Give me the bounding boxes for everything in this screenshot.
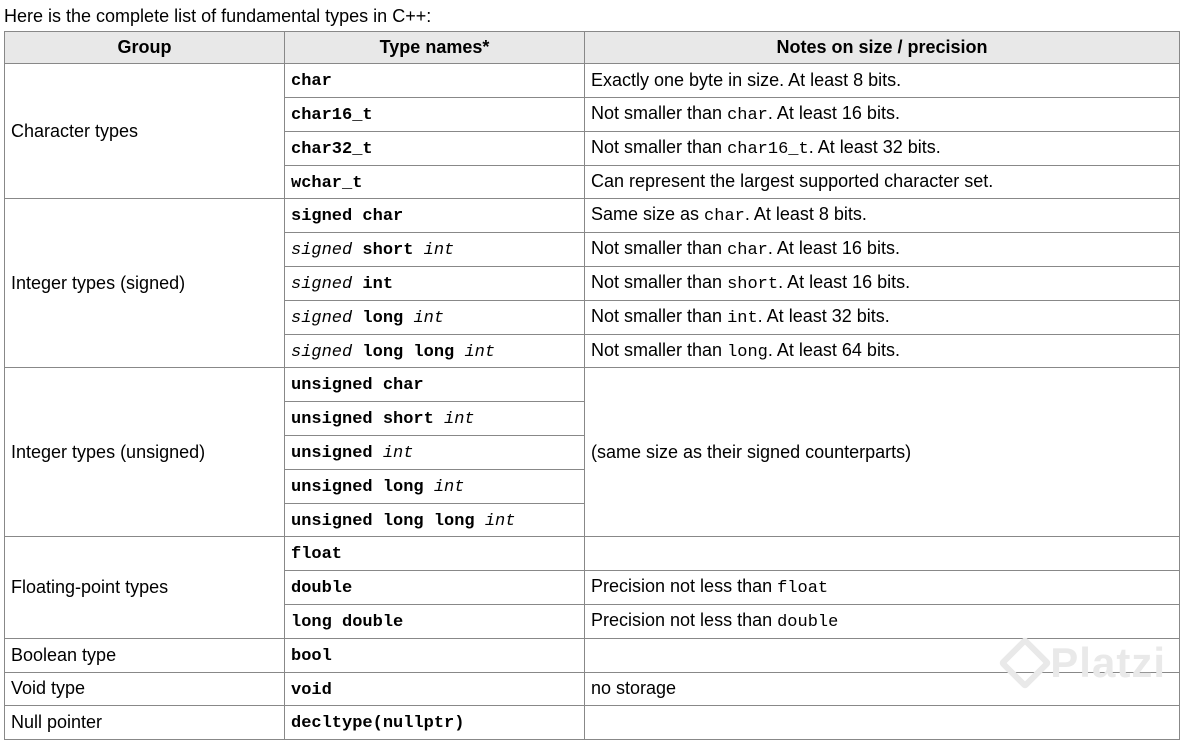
header-type: Type names* [285, 32, 585, 64]
notes-cell: Exactly one byte in size. At least 8 bit… [585, 64, 1180, 98]
header-group: Group [5, 32, 285, 64]
notes-cell [585, 706, 1180, 740]
table-row: Void typevoidno storage [5, 672, 1180, 706]
table-row: Character typescharExactly one byte in s… [5, 64, 1180, 98]
type-name-cell: unsigned long long int [285, 503, 585, 537]
type-name-cell: signed char [285, 199, 585, 233]
type-name-cell: unsigned short int [285, 402, 585, 436]
table-row: Floating-point typesfloat [5, 537, 1180, 571]
type-name-cell: char32_t [285, 131, 585, 165]
type-name-cell: unsigned int [285, 435, 585, 469]
type-name-cell: char16_t [285, 97, 585, 131]
types-table: Group Type names* Notes on size / precis… [4, 31, 1180, 740]
notes-cell: (same size as their signed counterparts) [585, 368, 1180, 537]
type-name-cell: signed long long int [285, 334, 585, 368]
notes-cell: Precision not less than double [585, 604, 1180, 638]
notes-cell: Not smaller than char16_t. At least 32 b… [585, 131, 1180, 165]
notes-cell: Not smaller than short. At least 16 bits… [585, 266, 1180, 300]
notes-cell: Not smaller than char. At least 16 bits. [585, 97, 1180, 131]
group-cell: Floating-point types [5, 537, 285, 638]
type-name-cell: long double [285, 604, 585, 638]
type-name-cell: signed long int [285, 300, 585, 334]
notes-cell [585, 537, 1180, 571]
table-row: Null pointerdecltype(nullptr) [5, 706, 1180, 740]
group-cell: Null pointer [5, 706, 285, 740]
notes-cell: Not smaller than char. At least 16 bits. [585, 233, 1180, 267]
notes-cell [585, 638, 1180, 672]
notes-cell: Not smaller than long. At least 64 bits. [585, 334, 1180, 368]
notes-cell: Precision not less than float [585, 571, 1180, 605]
type-name-cell: double [285, 571, 585, 605]
group-cell: Boolean type [5, 638, 285, 672]
type-name-cell: wchar_t [285, 165, 585, 199]
notes-cell: no storage [585, 672, 1180, 706]
type-name-cell: unsigned char [285, 368, 585, 402]
type-name-cell: void [285, 672, 585, 706]
type-name-cell: signed short int [285, 233, 585, 267]
notes-cell: Same size as char. At least 8 bits. [585, 199, 1180, 233]
group-cell: Void type [5, 672, 285, 706]
notes-cell: Can represent the largest supported char… [585, 165, 1180, 199]
type-name-cell: char [285, 64, 585, 98]
header-row: Group Type names* Notes on size / precis… [5, 32, 1180, 64]
notes-cell: Not smaller than int. At least 32 bits. [585, 300, 1180, 334]
group-cell: Integer types (unsigned) [5, 368, 285, 537]
type-name-cell: bool [285, 638, 585, 672]
intro-text: Here is the complete list of fundamental… [4, 6, 1180, 27]
type-name-cell: signed int [285, 266, 585, 300]
table-row: Integer types (unsigned)unsigned char(sa… [5, 368, 1180, 402]
type-name-cell: unsigned long int [285, 469, 585, 503]
type-name-cell: float [285, 537, 585, 571]
group-cell: Integer types (signed) [5, 199, 285, 368]
group-cell: Character types [5, 64, 285, 199]
table-row: Integer types (signed)signed charSame si… [5, 199, 1180, 233]
type-name-cell: decltype(nullptr) [285, 706, 585, 740]
header-notes: Notes on size / precision [585, 32, 1180, 64]
table-row: Boolean typebool [5, 638, 1180, 672]
